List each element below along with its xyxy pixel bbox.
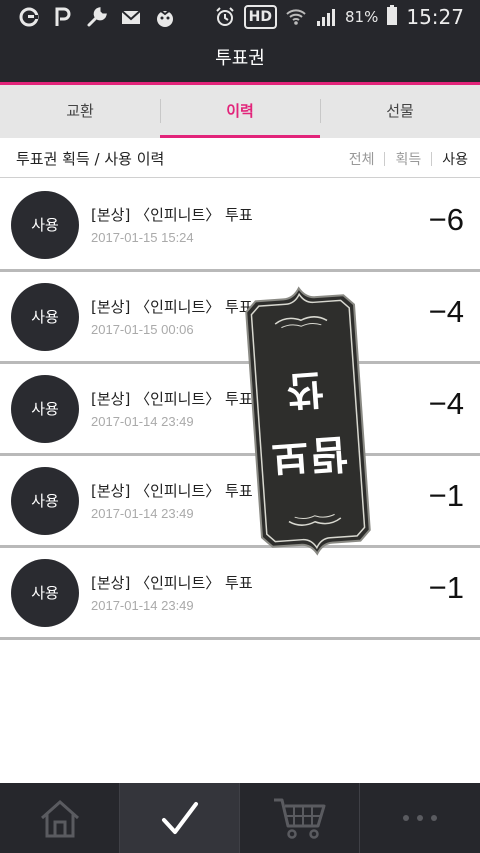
filter-used[interactable]: 사용	[442, 149, 468, 169]
bottom-nav	[0, 783, 480, 853]
check-icon	[162, 802, 198, 834]
battery-icon	[386, 4, 398, 30]
history-filters: 전체 획득 사용	[349, 149, 468, 169]
list-item[interactable]: 사용 [본상] 〈인피니트〉 투표 2017-01-14 23:49 −1	[0, 456, 480, 548]
nav-check[interactable]	[120, 783, 240, 853]
item-amount: −6	[428, 202, 464, 237]
used-badge: 사용	[11, 375, 79, 443]
home-icon	[41, 799, 79, 838]
tab-exchange[interactable]: 교환	[0, 85, 160, 138]
nav-cart[interactable]	[240, 783, 360, 853]
item-date: 2017-01-14 23:49	[91, 414, 194, 429]
filter-all[interactable]: 전체	[349, 149, 375, 169]
item-date: 2017-01-15 15:24	[91, 230, 194, 245]
item-date: 2017-01-14 23:49	[91, 506, 194, 521]
cart-icon	[274, 798, 326, 839]
nav-divider	[119, 783, 120, 853]
history-list: 사용 [본상] 〈인피니트〉 투표 2017-01-15 15:24 −6 사용…	[0, 180, 480, 640]
nav-home[interactable]	[0, 783, 120, 853]
wrench-icon	[86, 6, 108, 28]
used-badge: 사용	[11, 467, 79, 535]
item-date: 2017-01-15 00:06	[91, 322, 194, 337]
tomato-icon	[154, 6, 176, 28]
item-amount: −4	[428, 386, 464, 421]
item-title: [본상] 〈인피니트〉 투표	[91, 206, 253, 224]
list-item[interactable]: 사용 [본상] 〈인피니트〉 투표 2017-01-14 23:49 −1	[0, 548, 480, 640]
item-amount: −1	[428, 478, 464, 513]
filter-divider	[431, 152, 433, 166]
nav-divider	[239, 783, 240, 853]
item-title: [본상] 〈인피니트〉 투표	[91, 574, 253, 592]
filter-divider	[384, 152, 386, 166]
list-item[interactable]: 사용 [본상] 〈인피니트〉 투표 2017-01-15 15:24 −6	[0, 180, 480, 272]
mail-icon	[120, 6, 142, 28]
decorative-stamp: 보람찬	[243, 282, 374, 559]
clock: 15:27	[406, 5, 464, 29]
hd-icon: HD	[243, 5, 278, 29]
system-icons: HD 81% 15:27	[214, 4, 464, 30]
wifi-icon	[285, 6, 307, 28]
list-item[interactable]: 사용 [본상] 〈인피니트〉 투표 2017-01-15 00:06 −4	[0, 272, 480, 364]
more-icon	[403, 815, 437, 821]
history-section-title: 투표권 획득 / 사용 이력	[16, 150, 165, 168]
olleh-icon	[18, 6, 40, 28]
item-date: 2017-01-14 23:49	[91, 598, 194, 613]
list-item[interactable]: 사용 [본상] 〈인피니트〉 투표 2017-01-14 23:49 −4	[0, 364, 480, 456]
stamp-text: 보람찬	[270, 364, 351, 481]
item-title: [본상] 〈인피니트〉 투표	[91, 390, 253, 408]
used-badge: 사용	[11, 191, 79, 259]
tab-history[interactable]: 이력	[160, 85, 320, 138]
item-title: [본상] 〈인피니트〉 투표	[91, 298, 253, 316]
battery-percent: 81%	[345, 8, 379, 26]
tab-gift[interactable]: 선물	[320, 85, 480, 138]
signal-icon	[315, 6, 337, 28]
notification-icons	[18, 6, 176, 28]
tab-bar: 교환 이력 선물	[0, 85, 480, 138]
tab-divider	[160, 99, 161, 123]
p-icon	[52, 6, 74, 28]
item-title: [본상] 〈인피니트〉 투표	[91, 482, 253, 500]
used-badge: 사용	[11, 559, 79, 627]
item-amount: −1	[428, 570, 464, 605]
nav-more[interactable]	[360, 783, 480, 853]
filter-earned[interactable]: 획득	[395, 149, 421, 169]
alarm-icon	[214, 6, 236, 28]
tab-divider	[320, 99, 321, 123]
used-badge: 사용	[11, 283, 79, 351]
status-bar: HD 81% 15:27	[0, 0, 480, 36]
item-amount: −4	[428, 294, 464, 329]
history-subheader: 투표권 획득 / 사용 이력 전체 획득 사용	[0, 138, 480, 178]
nav-divider	[359, 783, 360, 853]
page-title: 투표권	[0, 36, 480, 82]
